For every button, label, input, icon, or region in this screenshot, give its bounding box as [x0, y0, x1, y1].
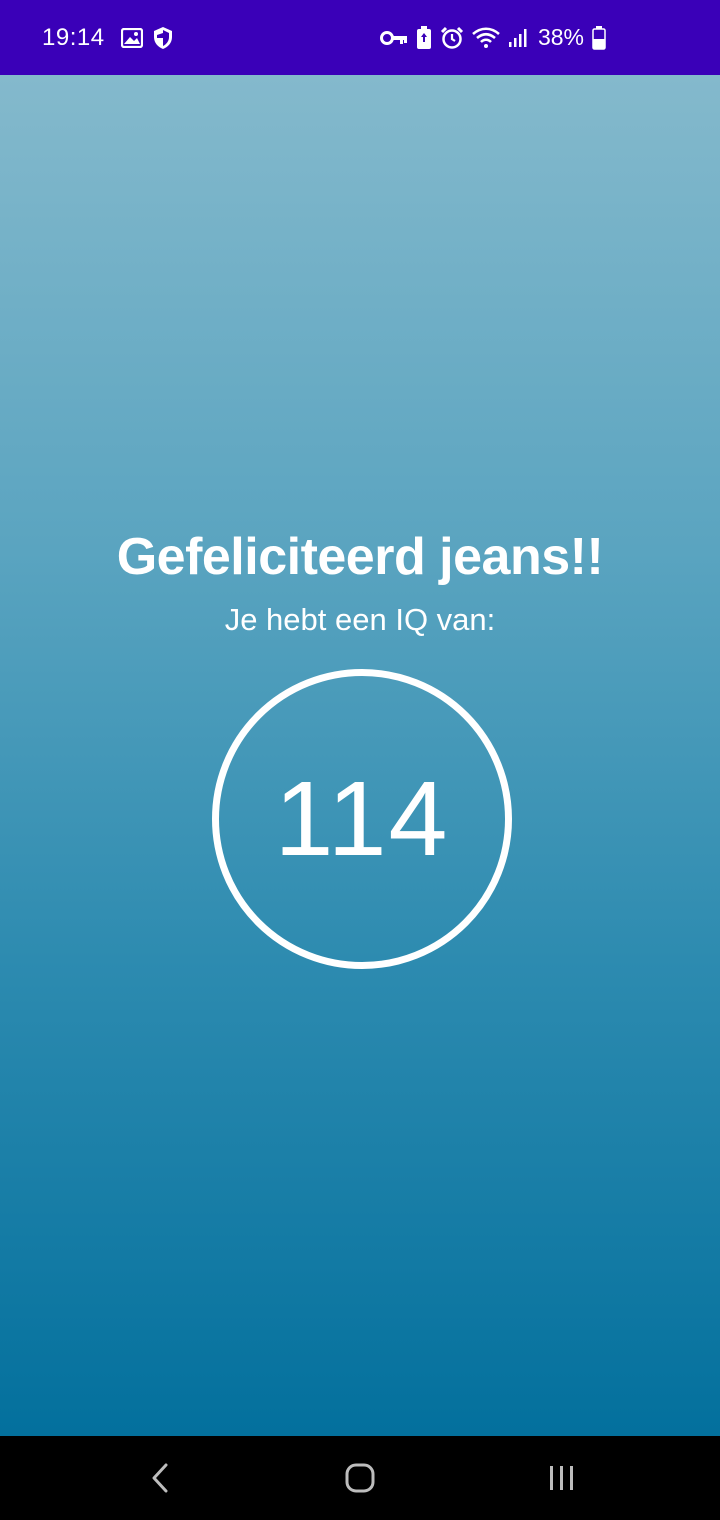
iq-score: 114 — [274, 760, 450, 878]
status-bar-left: 19:14 — [42, 0, 173, 75]
home-icon — [344, 1462, 376, 1494]
wifi-icon — [472, 26, 500, 49]
recents-button[interactable] — [532, 1456, 592, 1500]
shield-icon — [153, 26, 173, 50]
congratulations-title: Gefeliciteerd jeans!! — [116, 528, 604, 586]
score-circle: 114 — [212, 669, 512, 969]
battery-icon — [592, 25, 606, 50]
battery-saver-icon — [416, 25, 432, 50]
clock: 19:14 — [42, 23, 105, 51]
back-button[interactable] — [130, 1456, 190, 1500]
signal-icon — [508, 28, 528, 48]
status-bar: 19:14 38% — [0, 0, 720, 75]
home-button[interactable] — [330, 1456, 390, 1500]
status-bar-right: 38% — [379, 0, 606, 75]
image-icon — [120, 27, 143, 48]
back-icon — [150, 1463, 170, 1493]
alarm-icon — [440, 26, 464, 50]
result-screen: Gefeliciteerd jeans!! Je hebt een IQ van… — [0, 75, 720, 1436]
battery-percent: 38% — [537, 24, 584, 50]
iq-subtitle: Je hebt een IQ van: — [224, 602, 496, 637]
recents-icon — [547, 1464, 577, 1492]
vpn-key-icon — [379, 30, 408, 46]
navigation-bar — [0, 1436, 720, 1520]
